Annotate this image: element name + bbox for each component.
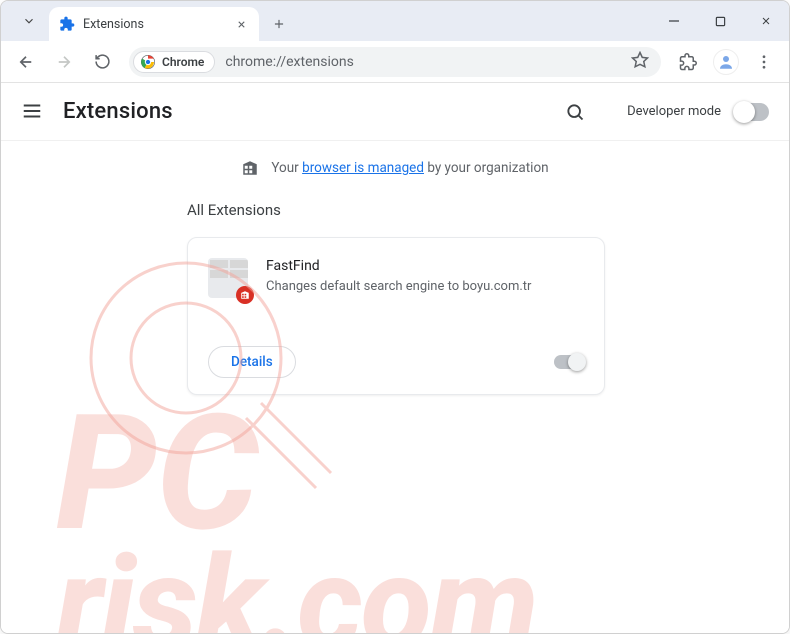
building-icon [241,159,259,177]
svg-text:PC: PC [56,381,260,568]
browser-managed-link[interactable]: browser is managed [302,160,424,176]
managed-badge-icon [236,286,254,304]
developer-mode-toggle[interactable] [735,103,769,121]
puzzle-icon [59,16,75,32]
profile-button[interactable] [709,45,743,79]
forward-button[interactable] [47,45,81,79]
managed-banner: Your browser is managed by your organiza… [1,141,789,191]
hamburger-menu-icon[interactable] [21,100,45,124]
extension-description: Changes default search engine to boyu.co… [266,278,531,296]
developer-mode-label: Developer mode [627,104,721,119]
extension-card: FastFind Changes default search engine t… [187,237,605,395]
site-chip-label: Chrome [162,55,204,69]
details-button[interactable]: Details [208,346,296,378]
browser-toolbar: Chrome chrome://extensions [1,41,789,83]
back-button[interactable] [9,45,43,79]
tab-search-chevron[interactable] [9,1,49,41]
section-title: All Extensions [187,201,789,219]
reload-button[interactable] [85,45,119,79]
url-text: chrome://extensions [225,54,621,70]
minimize-window-button[interactable] [651,1,697,41]
address-bar[interactable]: Chrome chrome://extensions [129,47,661,77]
page-title: Extensions [63,99,173,124]
close-window-button[interactable] [743,1,789,41]
browser-titlebar: Extensions [1,1,789,41]
svg-text:risk.com: risk.com [56,527,537,634]
chrome-icon [140,54,156,70]
managed-banner-text: Your browser is managed by your organiza… [271,160,548,176]
extensions-page: Extensions Developer mode Your browser i… [1,83,789,634]
tab-title: Extensions [83,17,225,32]
extension-icon [208,258,248,298]
extensions-header: Extensions Developer mode [1,83,789,141]
site-chip[interactable]: Chrome [133,51,215,73]
developer-mode-row: Developer mode [627,103,769,121]
extension-enable-toggle[interactable] [554,355,584,369]
bookmark-star-icon[interactable] [631,51,649,73]
extension-name: FastFind [266,258,531,274]
extensions-puzzle-icon[interactable] [671,45,705,79]
all-extensions-section: All Extensions FastFind Changes default … [1,191,789,395]
new-tab-button[interactable] [265,10,293,38]
close-tab-icon[interactable] [233,16,249,32]
search-icon[interactable] [565,102,585,122]
chrome-menu-button[interactable] [747,45,781,79]
maximize-window-button[interactable] [697,1,743,41]
browser-tab[interactable]: Extensions [49,7,259,41]
